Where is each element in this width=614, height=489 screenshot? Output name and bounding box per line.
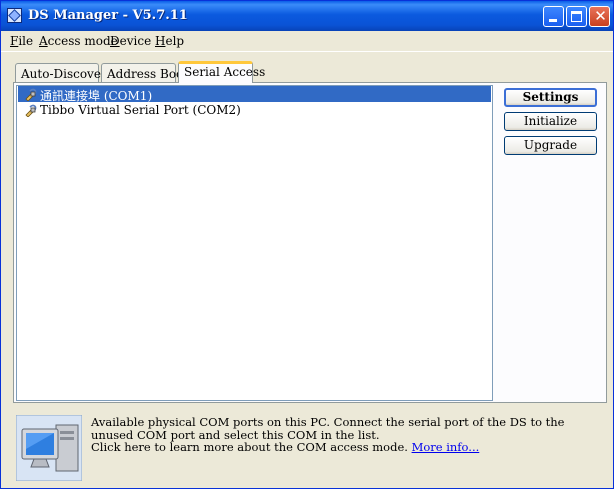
app-icon xyxy=(7,8,22,23)
menu-help[interactable]: Help xyxy=(155,34,184,48)
computer-icon xyxy=(16,415,82,481)
menu-device[interactable]: Device xyxy=(110,34,151,48)
window-title: DS Manager - V5.7.11 xyxy=(28,8,188,23)
initialize-button[interactable]: Initialize xyxy=(504,112,597,131)
upgrade-button[interactable]: Upgrade xyxy=(504,136,597,155)
status-area: Available physical COM ports on this PC.… xyxy=(13,410,607,486)
serial-port-icon xyxy=(25,104,37,117)
port-label: Tibbo Virtual Serial Port (COM2) xyxy=(40,103,241,117)
tab-auto-discovery[interactable]: Auto-Discovery xyxy=(15,63,113,82)
ds-manager-window: DS Manager - V5.7.11 ✕ File Access mode … xyxy=(0,0,614,489)
list-item[interactable]: 通訊連接埠 (COM1) xyxy=(18,86,491,103)
serial-port-icon xyxy=(25,88,37,101)
minimize-icon xyxy=(549,19,557,22)
close-button[interactable]: ✕ xyxy=(589,6,610,27)
status-description: Available physical COM ports on this PC.… xyxy=(91,415,565,454)
menu-bar: File Access mode Device Help xyxy=(1,31,613,52)
title-bar[interactable]: DS Manager - V5.7.11 ✕ xyxy=(1,1,613,31)
maximize-icon xyxy=(571,11,582,22)
tab-serial-access[interactable]: Serial Access xyxy=(178,61,265,83)
com-port-list[interactable]: 通訊連接埠 (COM1) Tibbo Virtual Serial Port (… xyxy=(16,85,493,401)
more-info-link[interactable]: More info... xyxy=(412,440,480,454)
tab-address-book[interactable]: Address Book xyxy=(101,63,191,82)
close-icon: ✕ xyxy=(594,7,607,25)
list-item[interactable]: Tibbo Virtual Serial Port (COM2) xyxy=(18,102,491,118)
menu-access-mode[interactable]: Access mode xyxy=(39,34,118,48)
settings-button[interactable]: Settings xyxy=(504,88,597,107)
maximize-button[interactable] xyxy=(566,6,587,27)
menu-file[interactable]: File xyxy=(10,34,33,48)
minimize-button[interactable] xyxy=(543,6,564,27)
